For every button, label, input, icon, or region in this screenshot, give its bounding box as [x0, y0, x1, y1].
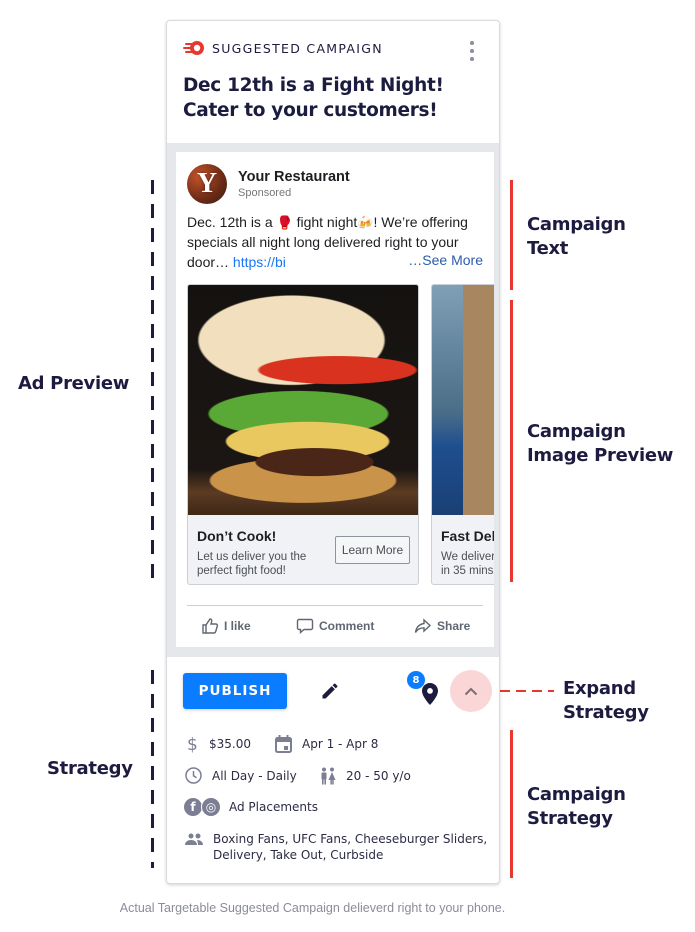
page-name[interactable]: Your Restaurant [238, 169, 350, 185]
strategy-bracket [151, 670, 154, 868]
post-actions: I like Comment Share [187, 617, 483, 639]
eyebrow-label: SUGGESTED CAMPAIGN [212, 40, 383, 56]
location-count-badge: 8 [407, 671, 425, 689]
annotation-strategy: Strategy [47, 758, 133, 779]
audience-icon [185, 833, 203, 845]
calendar-icon [275, 735, 292, 753]
flame-logo-icon [183, 41, 204, 55]
people-gender-icon [321, 767, 336, 785]
publish-button[interactable]: PUBLISH [183, 673, 287, 709]
share-button[interactable]: Share [414, 617, 470, 635]
eyebrow-row: SUGGESTED CAMPAIGN [183, 40, 383, 56]
takeout-bag-image [432, 285, 494, 515]
carousel-card-title: Don’t Cook! [197, 528, 277, 544]
locations-button[interactable]: 8 [407, 671, 443, 707]
like-button[interactable]: I like [201, 617, 251, 635]
dollar-icon: $ [187, 735, 198, 753]
expand-strategy-pointer [500, 690, 554, 692]
annotation-ad-preview: Ad Preview [18, 373, 130, 394]
facebook-ad-post: Y Your Restaurant Sponsored Dec. 12th is… [176, 152, 494, 647]
svg-text:$: $ [187, 735, 198, 753]
boxing-glove-emoji: 🥊 [276, 215, 293, 230]
see-more-link[interactable]: …See More [408, 252, 483, 268]
campaign-strategy-bracket [510, 730, 513, 878]
thumbs-up-icon [202, 618, 219, 634]
annotation-campaign-image: Campaign Image Preview [527, 421, 674, 466]
avatar: Y [187, 164, 227, 204]
chevron-up-icon [464, 687, 478, 695]
share-icon [414, 618, 432, 633]
audience-item: Boxing Fans, UFC Fans, Cheeseburger Slid… [185, 831, 493, 863]
placement-icons: f ◎ [183, 797, 221, 817]
budget-item: $ $35.00 [187, 735, 251, 753]
comment-button[interactable]: Comment [296, 617, 374, 635]
campaign-image-bracket [510, 300, 513, 582]
post-link[interactable]: https://bi [233, 254, 286, 270]
carousel-card-title: Fast Del [441, 528, 494, 544]
campaign-action-bar: PUBLISH 8 [167, 657, 499, 727]
caption: Actual Targetable Suggested Campaign del… [119, 901, 506, 915]
map-pin-icon [422, 683, 438, 705]
suggested-campaign-card: SUGGESTED CAMPAIGN Dec 12th is a Fight N… [166, 20, 500, 884]
instagram-icon: ◎ [201, 797, 221, 817]
facebook-icon: f [183, 797, 203, 817]
expand-strategy-button[interactable] [450, 670, 492, 712]
ad-preview-area: Y Your Restaurant Sponsored Dec. 12th is… [167, 143, 499, 657]
image-carousel[interactable]: Don’t Cook! Let us deliver you the perfe… [187, 284, 494, 586]
beers-emoji: 🍻 [357, 215, 374, 230]
pencil-icon[interactable] [320, 681, 340, 701]
carousel-card-description: We deliver in 35 mins [441, 551, 494, 577]
annotation-campaign-strategy: Campaign Strategy [527, 784, 626, 829]
clock-icon [185, 767, 202, 784]
card-header: SUGGESTED CAMPAIGN Dec 12th is a Fight N… [167, 21, 499, 143]
learn-more-button[interactable]: Learn More [335, 536, 410, 564]
sponsored-label: Sponsored [238, 187, 292, 199]
kebab-menu-icon[interactable] [467, 41, 477, 61]
comment-icon [296, 618, 314, 635]
placements-item: f ◎ Ad Placements [183, 797, 318, 817]
annotation-campaign-text: Campaign Text [527, 214, 626, 259]
schedule-item: All Day - Daily [185, 767, 297, 784]
campaign-text-bracket [510, 180, 513, 290]
carousel-card[interactable]: Don’t Cook! Let us deliver you the perfe… [187, 284, 419, 585]
cheeseburger-image [188, 285, 418, 515]
carousel-card[interactable]: Fast Del We deliver in 35 mins [431, 284, 494, 585]
carousel-card-description: Let us deliver you the perfect fight foo… [197, 551, 307, 577]
age-item: 20 - 50 y/o [320, 767, 411, 785]
reaction-divider [187, 605, 483, 606]
campaign-headline: Dec 12th is a Fight Night! Cater to your… [183, 75, 444, 121]
dates-item: Apr 1 - Apr 8 [275, 735, 378, 753]
ad-preview-bracket [151, 180, 154, 588]
annotation-expand-strategy: Expand Strategy [563, 678, 649, 723]
